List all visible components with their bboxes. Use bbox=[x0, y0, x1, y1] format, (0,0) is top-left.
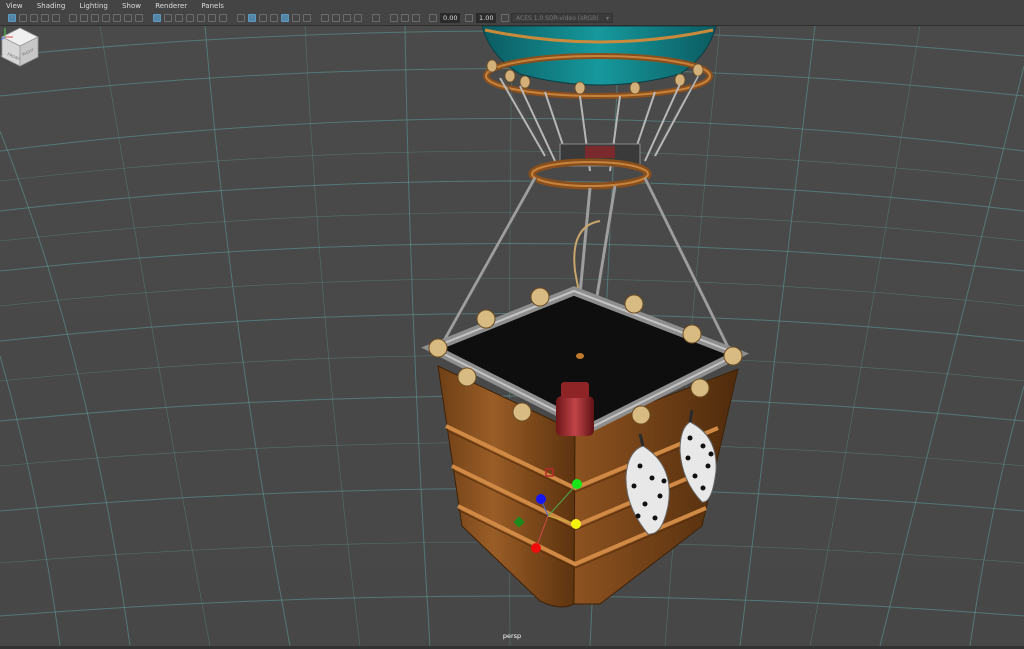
ambient-occlusion-icon[interactable] bbox=[303, 14, 311, 22]
textured-icon[interactable] bbox=[270, 14, 278, 22]
field-chart-icon[interactable] bbox=[197, 14, 205, 22]
motion-blur-icon[interactable] bbox=[321, 14, 329, 22]
wireframe-on-shaded-icon[interactable] bbox=[259, 14, 267, 22]
light-icon[interactable] bbox=[281, 14, 289, 22]
chevron-down-icon: ▾ bbox=[605, 15, 609, 22]
menu-show[interactable]: Show bbox=[122, 0, 141, 12]
colorspace-value: ACES 1.0 SDR-video (sRGB) bbox=[516, 15, 599, 22]
select-icon[interactable] bbox=[8, 14, 16, 22]
xray-components-icon[interactable] bbox=[401, 14, 409, 22]
gamma-field[interactable]: 1.00 bbox=[476, 13, 496, 23]
colorspace-icon[interactable] bbox=[501, 14, 509, 22]
axis-indicator-icon bbox=[0, 28, 13, 41]
safe-action-icon[interactable] bbox=[208, 14, 216, 22]
panel-menu-bar: View Shading Lighting Show Renderer Pane… bbox=[0, 0, 1024, 12]
menu-view[interactable]: View bbox=[6, 0, 23, 12]
isolate-icon[interactable] bbox=[354, 14, 362, 22]
gate-mask-icon[interactable] bbox=[186, 14, 194, 22]
image-plane-icon[interactable] bbox=[102, 14, 110, 22]
shaded-icon[interactable] bbox=[248, 14, 256, 22]
colorspace-dropdown[interactable]: ACES 1.0 SDR-video (sRGB) ▾ bbox=[511, 13, 613, 23]
lasso-icon[interactable] bbox=[19, 14, 27, 22]
two-d-pan-icon[interactable] bbox=[113, 14, 121, 22]
wireframe-icon[interactable] bbox=[237, 14, 245, 22]
resolution-gate-icon[interactable] bbox=[175, 14, 183, 22]
safe-title-icon[interactable] bbox=[219, 14, 227, 22]
xray-icon[interactable] bbox=[372, 14, 380, 22]
gamma-icon bbox=[465, 14, 473, 22]
bookmark-icon[interactable] bbox=[91, 14, 99, 22]
pencil-icon[interactable] bbox=[135, 14, 143, 22]
camera-label: persp bbox=[502, 632, 522, 640]
object-mode-icon[interactable] bbox=[52, 14, 60, 22]
shadows-icon[interactable] bbox=[292, 14, 300, 22]
menu-renderer[interactable]: Renderer bbox=[155, 0, 187, 12]
camera-icon[interactable] bbox=[69, 14, 77, 22]
component-icon[interactable] bbox=[41, 14, 49, 22]
film-gate-icon[interactable] bbox=[164, 14, 172, 22]
menu-lighting[interactable]: Lighting bbox=[80, 0, 108, 12]
exposure-field[interactable]: 0.00 bbox=[440, 13, 460, 23]
anti-alias-icon[interactable] bbox=[332, 14, 340, 22]
grease-pencil-icon[interactable] bbox=[124, 14, 132, 22]
paint-select-icon[interactable] bbox=[30, 14, 38, 22]
scene bbox=[0, 26, 1024, 646]
viewport-persp[interactable]: FRONT RIGHT bbox=[0, 26, 1024, 646]
xray-joints-icon[interactable] bbox=[390, 14, 398, 22]
depth-of-field-icon[interactable] bbox=[343, 14, 351, 22]
exposure-field-icon bbox=[429, 14, 437, 22]
menu-shading[interactable]: Shading bbox=[37, 0, 65, 12]
grid-icon[interactable] bbox=[153, 14, 161, 22]
panel-toolbar: 0.00 1.00 ACES 1.0 SDR-video (sRGB) ▾ bbox=[0, 12, 1024, 26]
exposure-icon[interactable] bbox=[412, 14, 420, 22]
camera-attributes-icon[interactable] bbox=[80, 14, 88, 22]
menu-panels[interactable]: Panels bbox=[201, 0, 224, 12]
